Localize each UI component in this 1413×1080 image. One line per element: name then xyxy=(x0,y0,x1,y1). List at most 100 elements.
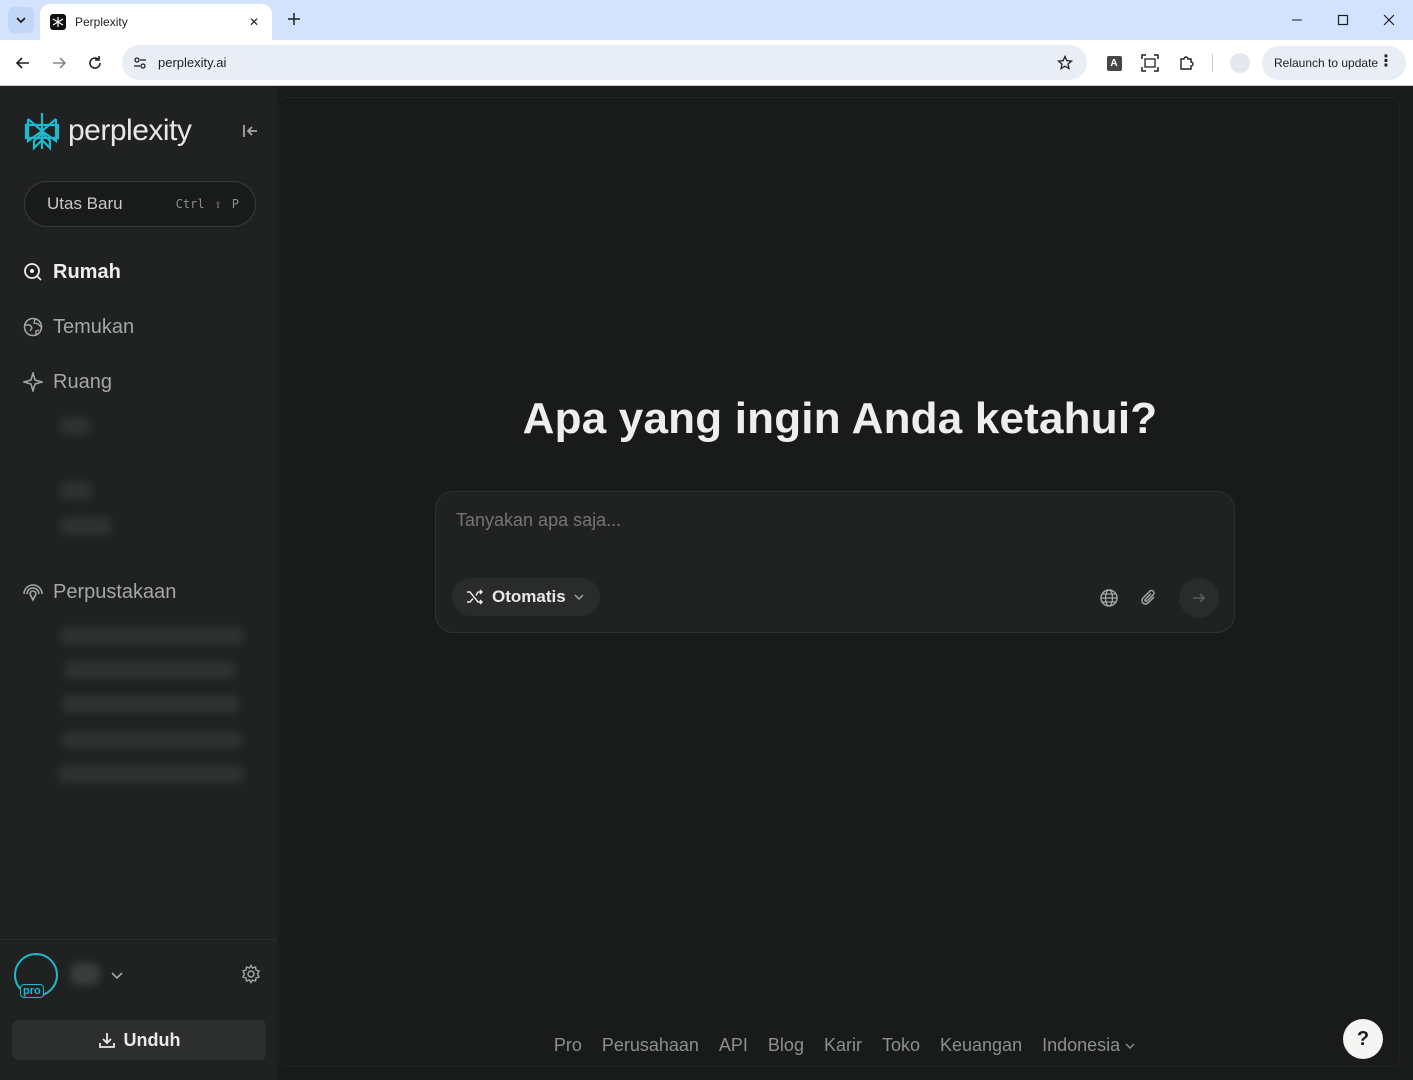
ask-box[interactable]: Otomatis xyxy=(435,491,1235,633)
screenshot-icon xyxy=(1141,54,1159,72)
ask-input[interactable] xyxy=(456,510,1216,531)
footer-link-store[interactable]: Toko xyxy=(882,1035,920,1056)
screenshot-button[interactable] xyxy=(1138,51,1162,75)
perplexity-favicon-icon xyxy=(50,14,66,30)
close-window-button[interactable] xyxy=(1377,8,1401,32)
new-tab-button[interactable] xyxy=(284,9,304,29)
toolbar-divider xyxy=(1212,54,1213,72)
arrow-right-icon xyxy=(1193,593,1206,603)
mode-selector-button[interactable]: Otomatis xyxy=(452,578,600,616)
footer-link-pro[interactable]: Pro xyxy=(554,1035,582,1056)
shortcut-key-ctrl: Ctrl xyxy=(175,197,205,211)
back-button[interactable] xyxy=(10,50,36,76)
perplexity-logo[interactable]: perplexity xyxy=(24,111,192,151)
sidebar-item-library[interactable]: Perpustakaan xyxy=(22,577,176,607)
menu-dots-icon[interactable]: ⋮ xyxy=(1378,53,1394,71)
reload-icon xyxy=(89,56,101,69)
sidebar-item-label: Rumah xyxy=(53,260,121,283)
tab-title: Perplexity xyxy=(75,15,128,29)
translate-icon: A xyxy=(1106,55,1122,71)
bookmark-star-icon[interactable] xyxy=(1051,49,1079,77)
blurred-library-item[interactable] xyxy=(62,695,240,713)
blurred-space-item[interactable] xyxy=(60,482,92,500)
blurred-library-item[interactable] xyxy=(58,765,244,783)
sidebar-item-spaces[interactable]: Ruang xyxy=(22,367,112,397)
pro-badge: pro xyxy=(20,984,44,998)
footer-link-enterprise[interactable]: Perusahaan xyxy=(602,1035,699,1056)
minimize-button[interactable] xyxy=(1285,8,1309,32)
browser-tab-perplexity[interactable]: Perplexity ✕ xyxy=(40,4,272,40)
download-label: Unduh xyxy=(123,1029,181,1050)
globe-icon xyxy=(1100,589,1118,607)
footer-link-finance[interactable]: Keuangan xyxy=(940,1035,1022,1056)
close-icon xyxy=(1383,14,1395,26)
new-thread-shortcut: Ctrl ⇧ P xyxy=(174,196,241,212)
footer-link-careers[interactable]: Karir xyxy=(824,1035,862,1056)
extensions-button[interactable] xyxy=(1175,51,1199,75)
paperclip-icon xyxy=(1141,589,1155,605)
chevron-down-icon xyxy=(1125,1043,1135,1049)
tab-close-icon[interactable]: ✕ xyxy=(246,15,262,29)
maximize-icon xyxy=(1337,14,1349,26)
arrow-right-icon xyxy=(53,57,67,69)
shuffle-icon xyxy=(467,589,484,605)
sidebar-item-home[interactable]: Rumah xyxy=(22,257,121,287)
blurred-library-item[interactable] xyxy=(62,731,242,749)
source-web-button[interactable] xyxy=(1097,586,1121,610)
arrow-left-icon xyxy=(15,57,29,69)
language-selector[interactable]: Indonesia xyxy=(1042,1035,1136,1056)
sidebar-item-label: Ruang xyxy=(53,370,112,393)
sidebar-item-discover[interactable]: Temukan xyxy=(22,312,134,342)
mode-label: Otomatis xyxy=(492,587,566,606)
profile-avatar[interactable] xyxy=(1230,53,1250,73)
sidebar-item-label: Perpustakaan xyxy=(53,580,177,603)
blurred-space-item[interactable] xyxy=(60,417,90,435)
gear-icon xyxy=(242,964,260,984)
blurred-username[interactable] xyxy=(70,963,100,985)
shortcut-key-shift: ⇧ xyxy=(214,197,222,211)
new-thread-label: Utas Baru xyxy=(47,194,123,213)
language-label: Indonesia xyxy=(1042,1035,1121,1055)
library-icon xyxy=(22,581,44,603)
submit-button[interactable] xyxy=(1179,578,1219,618)
perplexity-page: perplexity Utas Baru Ctrl ⇧ P Rumah Temu… xyxy=(0,87,1413,1080)
chevron-down-icon[interactable] xyxy=(108,966,126,984)
sparkle-icon xyxy=(22,371,44,393)
relaunch-label: Relaunch to update xyxy=(1274,56,1379,70)
help-button[interactable]: ? xyxy=(1343,1019,1383,1059)
site-settings-icon[interactable] xyxy=(128,51,152,75)
perplexity-logo-icon xyxy=(24,113,60,151)
blurred-library-item[interactable] xyxy=(64,661,236,679)
shortcut-key-p: P xyxy=(231,197,239,211)
footer-link-api[interactable]: API xyxy=(719,1035,748,1056)
new-thread-button[interactable]: Utas Baru Ctrl ⇧ P xyxy=(24,181,256,227)
translate-extension-button[interactable]: A xyxy=(1102,51,1126,75)
relaunch-button[interactable]: Relaunch to update ⋮ xyxy=(1262,46,1406,80)
search-icon xyxy=(22,261,44,283)
forward-button[interactable] xyxy=(46,50,72,76)
address-bar[interactable]: perplexity.ai xyxy=(122,45,1087,80)
chevron-down-icon xyxy=(16,17,26,24)
logo-text: perplexity xyxy=(68,114,192,147)
collapse-icon xyxy=(243,125,257,137)
footer-link-blog[interactable]: Blog xyxy=(768,1035,804,1056)
browser-tabstrip: Perplexity ✕ xyxy=(0,0,1413,40)
collapse-sidebar-button[interactable] xyxy=(238,119,262,143)
url-text[interactable]: perplexity.ai xyxy=(158,55,1051,70)
download-icon xyxy=(98,1033,115,1048)
footer-links: Pro Perusahaan API Blog Karir Toko Keuan… xyxy=(279,1035,1401,1056)
attach-file-button[interactable] xyxy=(1137,586,1161,610)
sidebar-item-label: Temukan xyxy=(53,315,135,338)
globe-icon xyxy=(22,316,44,338)
download-app-button[interactable]: Unduh xyxy=(12,1020,266,1060)
chevron-down-icon xyxy=(574,594,584,601)
maximize-button[interactable] xyxy=(1331,8,1355,32)
reload-button[interactable] xyxy=(82,50,108,76)
blurred-library-item[interactable] xyxy=(60,627,244,645)
settings-button[interactable] xyxy=(240,963,262,985)
blurred-space-item[interactable] xyxy=(60,517,112,535)
puzzle-icon xyxy=(1180,56,1194,70)
browser-toolbar: perplexity.ai A Relaunch to update ⋮ xyxy=(0,40,1413,86)
minimize-icon xyxy=(1292,19,1302,21)
tab-search-button[interactable] xyxy=(8,7,34,33)
